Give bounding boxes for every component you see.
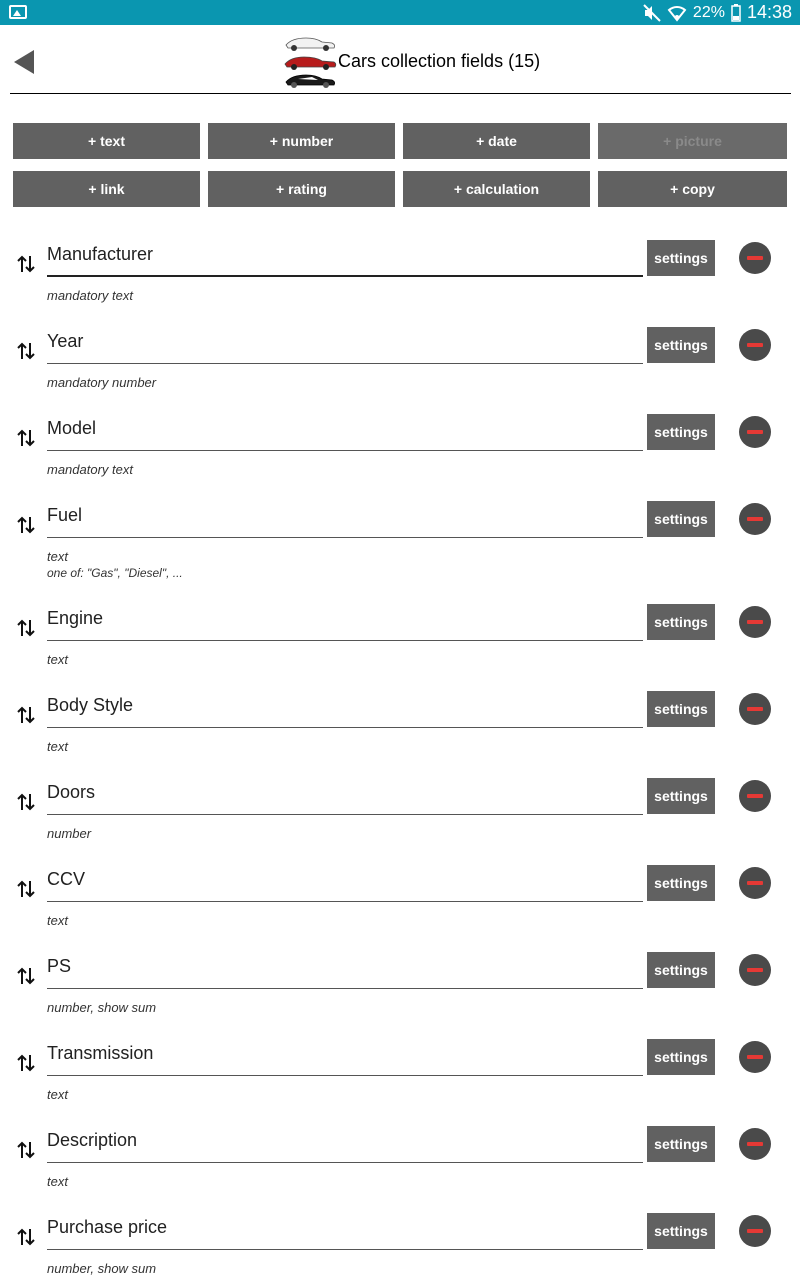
add-copy-button[interactable]: + copy — [598, 171, 787, 207]
field-type-desc: number — [47, 826, 92, 841]
field-type-desc: number, show sum — [47, 1261, 157, 1276]
field-type-desc: text — [47, 1174, 68, 1189]
field-name-input[interactable]: Doors — [47, 778, 643, 815]
field-type-desc: mandatory text — [47, 462, 133, 477]
add-text-button[interactable]: + text — [13, 123, 200, 159]
battery-percent: 22% — [692, 3, 725, 21]
reorder-icon[interactable] — [17, 428, 35, 448]
remove-field-icon[interactable] — [739, 242, 771, 274]
field-name-input[interactable]: Manufacturer — [47, 240, 643, 277]
remove-field-icon[interactable] — [739, 416, 771, 448]
wifi-icon — [667, 5, 687, 22]
field-name-input[interactable]: Fuel — [47, 501, 643, 538]
field-type-desc: mandatory text — [47, 288, 133, 303]
settings-button[interactable]: settings — [647, 865, 715, 901]
remove-field-icon[interactable] — [739, 606, 771, 638]
field-name-input[interactable]: Body Style — [47, 691, 643, 728]
remove-field-icon[interactable] — [739, 867, 771, 899]
remove-field-icon[interactable] — [739, 693, 771, 725]
reorder-icon[interactable] — [17, 254, 35, 274]
field-type-desc: text — [47, 549, 68, 564]
add-number-button[interactable]: + number — [208, 123, 395, 159]
settings-button[interactable]: settings — [647, 604, 715, 640]
settings-button[interactable]: settings — [647, 691, 715, 727]
field-name-input[interactable]: Purchase price — [47, 1213, 643, 1250]
add-date-button[interactable]: + date — [403, 123, 590, 159]
remove-field-icon[interactable] — [739, 780, 771, 812]
reorder-icon[interactable] — [17, 705, 35, 725]
field-type-desc: text — [47, 913, 68, 928]
reorder-icon[interactable] — [17, 341, 35, 361]
settings-button[interactable]: settings — [647, 501, 715, 537]
reorder-icon[interactable] — [17, 515, 35, 535]
remove-field-icon[interactable] — [739, 954, 771, 986]
reorder-icon[interactable] — [17, 966, 35, 986]
add-picture-button: + picture — [598, 123, 787, 159]
settings-button[interactable]: settings — [647, 327, 715, 363]
settings-button[interactable]: settings — [647, 1126, 715, 1162]
reorder-icon[interactable] — [17, 1053, 35, 1073]
field-name-input[interactable]: CCV — [47, 865, 643, 902]
field-name-input[interactable]: Year — [47, 327, 643, 364]
field-type-desc: text — [47, 652, 68, 667]
clock: 14:38 — [746, 2, 792, 22]
settings-button[interactable]: settings — [647, 1213, 715, 1249]
settings-button[interactable]: settings — [647, 952, 715, 988]
reorder-icon[interactable] — [17, 879, 35, 899]
cars-logo-icon — [284, 37, 337, 88]
field-options-desc: one of: "Gas", "Diesel", ... — [47, 566, 183, 580]
field-type-desc: text — [47, 1087, 68, 1102]
add-calculation-button[interactable]: + calculation — [403, 171, 590, 207]
field-name-input[interactable]: Description — [47, 1126, 643, 1163]
remove-field-icon[interactable] — [739, 1041, 771, 1073]
field-name-input[interactable]: Engine — [47, 604, 643, 641]
reorder-icon[interactable] — [17, 1227, 35, 1247]
remove-field-icon[interactable] — [739, 503, 771, 535]
field-name-input[interactable]: PS — [47, 952, 643, 989]
reorder-icon[interactable] — [17, 792, 35, 812]
field-type-desc: text — [47, 739, 68, 754]
image-icon — [9, 5, 27, 19]
remove-field-icon[interactable] — [739, 1215, 771, 1247]
reorder-icon[interactable] — [17, 618, 35, 638]
settings-button[interactable]: settings — [647, 778, 715, 814]
field-type-desc: mandatory number — [47, 375, 157, 390]
field-name-input[interactable]: Transmission — [47, 1039, 643, 1076]
mute-icon — [643, 3, 661, 22]
app-header: Cars collection fields (15) — [10, 25, 791, 94]
reorder-icon[interactable] — [17, 1140, 35, 1160]
status-bar: 22% 14:38 — [0, 0, 800, 25]
settings-button[interactable]: settings — [647, 1039, 715, 1075]
header-title-group: Cars collection fields (15) — [282, 33, 540, 89]
battery-icon — [731, 3, 741, 22]
settings-button[interactable]: settings — [647, 414, 715, 450]
field-name-input[interactable]: Model — [47, 414, 643, 451]
remove-field-icon[interactable] — [739, 329, 771, 361]
add-link-button[interactable]: + link — [13, 171, 200, 207]
remove-field-icon[interactable] — [739, 1128, 771, 1160]
page-title: Cars collection fields (15) — [338, 50, 541, 71]
back-arrow-icon[interactable] — [14, 50, 34, 74]
field-type-desc: number, show sum — [47, 1000, 157, 1015]
settings-button[interactable]: settings — [647, 240, 715, 276]
add-rating-button[interactable]: + rating — [208, 171, 395, 207]
